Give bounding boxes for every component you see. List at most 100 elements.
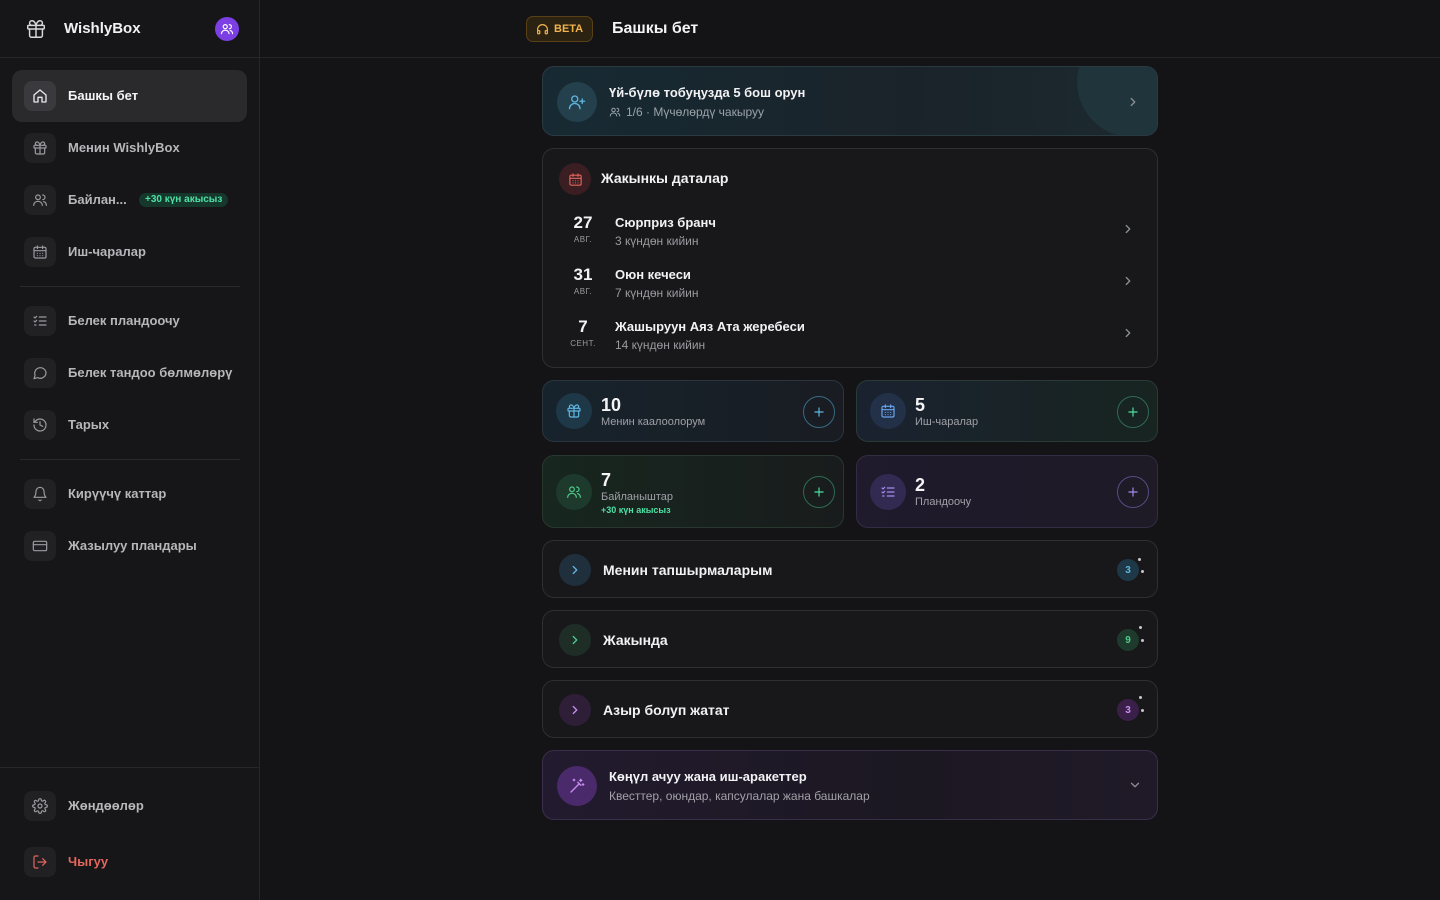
date-day: 7 — [578, 317, 588, 336]
logout-icon — [24, 847, 56, 877]
stat-card-events[interactable]: 5 Иш-чаралар — [856, 380, 1158, 442]
stat-label: Иш-чаралар — [915, 416, 979, 428]
stat-number: 5 — [915, 395, 926, 415]
event-name: Оюн кечеси — [615, 267, 691, 282]
family-group-card[interactable]: Үй-бүлө тобуңузда 5 бош орун 1/6 · Мүчөл… — [542, 66, 1158, 136]
section-happening-now[interactable]: Азыр болуп жатат 3 — [542, 680, 1158, 738]
sidebar-item-label: Жазылуу пландары — [68, 538, 197, 553]
event-countdown: 7 күндөн кийин — [615, 286, 699, 300]
section-title: Жакында — [603, 632, 668, 648]
beta-badge[interactable]: BETA — [526, 16, 594, 42]
event-countdown: 14 күндөн кийин — [615, 338, 706, 352]
count-badge: 3 — [1117, 699, 1139, 721]
stat-card-contacts[interactable]: 7 Байланыштар +30 күн акысыз — [542, 455, 844, 528]
date-day: 27 — [573, 213, 593, 232]
sidebar-item-my-wishlybox[interactable]: Менин WishlyBox — [12, 122, 247, 174]
sidebar-item-contacts[interactable]: Байлан... +30 күн акысыз — [12, 174, 247, 226]
count-badge: 9 — [1117, 629, 1139, 651]
users-small-icon — [609, 106, 621, 118]
sidebar-item-gift-rooms[interactable]: Белек тандоо бөлмөлөрү — [12, 347, 247, 399]
add-event-button[interactable] — [1117, 396, 1149, 428]
divider — [0, 767, 259, 768]
decorative-glow — [1077, 67, 1157, 135]
upcoming-dates-title: Жакынкы даталар — [601, 170, 729, 186]
chevron-right-icon — [559, 554, 591, 586]
gift-icon — [24, 133, 56, 163]
users-icon — [556, 474, 592, 510]
chat-icon — [24, 358, 56, 388]
sidebar-item-settings[interactable]: Жөндөөлөр — [12, 780, 247, 832]
section-my-tasks[interactable]: Менин тапшырмаларым 3 — [542, 540, 1158, 598]
event-countdown: 3 күндөн кийин — [615, 234, 699, 248]
checklist-icon — [24, 306, 56, 336]
fun-activities-card[interactable]: Көңүл ачуу жана иш-аракеттер Квесттер, о… — [542, 750, 1158, 820]
sidebar-item-events[interactable]: Иш-чаралар — [12, 226, 247, 278]
headset-icon — [536, 23, 549, 36]
sidebar-item-label: Байлан... — [68, 192, 127, 207]
stat-number: 10 — [601, 395, 622, 415]
add-contact-button[interactable] — [803, 476, 835, 508]
sidebar-item-label: Жөндөөлөр — [68, 798, 144, 813]
date-day: 31 — [573, 265, 593, 284]
add-user-icon — [557, 82, 597, 122]
event-name: Сюрприз бранч — [615, 215, 716, 230]
gift-logo-icon — [25, 18, 47, 40]
brand-name: WishlyBox — [64, 20, 141, 37]
top-bar: BETA Башкы бет — [260, 0, 1440, 58]
sparkle-dot — [1139, 696, 1142, 699]
date-row[interactable]: 7 СЕНТ. Жашыруун Аяз Ата жеребеси 14 күн… — [543, 307, 1157, 359]
gear-icon — [24, 791, 56, 821]
stat-label: Пландоочу — [915, 496, 972, 508]
upcoming-dates-card: Жакынкы даталар 27 АВГ. Сюрприз бранч 3 … — [542, 148, 1158, 368]
users-icon — [24, 185, 56, 215]
chevron-right-icon — [1121, 326, 1135, 340]
section-title: Азыр болуп жатат — [603, 702, 730, 718]
date-row[interactable]: 27 АВГ. Сюрприз бранч 3 күндөн кийин — [543, 203, 1157, 255]
sidebar-item-subscriptions[interactable]: Жазылуу пландары — [12, 520, 247, 572]
sidebar-item-label: Башкы бет — [68, 88, 139, 103]
sidebar-item-label: Белек пландоочу — [68, 313, 180, 328]
bell-icon — [24, 479, 56, 509]
sidebar-item-inbox[interactable]: Кирүүчү каттар — [12, 468, 247, 520]
trial-badge: +30 күн акысыз — [139, 193, 229, 207]
stat-label: Менин каалоолорум — [601, 416, 706, 428]
divider — [20, 286, 240, 287]
fun-title: Көңүл ачуу жана иш-аракеттер — [609, 769, 807, 784]
date-row[interactable]: 31 АВГ. Оюн кечеси 7 күндөн кийин — [543, 255, 1157, 307]
magic-wand-icon — [557, 766, 597, 806]
page-title: Башкы бет — [612, 20, 699, 37]
chevron-down-icon — [1128, 778, 1142, 792]
add-wish-button[interactable] — [803, 396, 835, 428]
fun-subtitle: Квесттер, оюндар, капсулалар жана башкал… — [609, 789, 870, 803]
sparkle-dot — [1141, 570, 1144, 573]
count-badge: 3 — [1117, 559, 1139, 581]
home-icon — [24, 81, 56, 111]
stat-number: 2 — [915, 475, 926, 495]
sparkle-dot — [1141, 639, 1144, 642]
chevron-right-icon — [559, 624, 591, 656]
calendar-icon — [559, 163, 591, 195]
family-avatar-button[interactable] — [215, 17, 239, 41]
date-month: СЕНТ. — [570, 339, 596, 348]
stat-card-planner[interactable]: 2 Пландоочу — [856, 455, 1158, 528]
calendar-icon — [870, 393, 906, 429]
stat-card-wishes[interactable]: 10 Менин каалоолорум — [542, 380, 844, 442]
beta-label: BETA — [554, 23, 584, 35]
sidebar-item-home[interactable]: Башкы бет — [12, 70, 247, 122]
date-month: АВГ. — [573, 235, 593, 244]
chevron-right-icon — [1121, 274, 1135, 288]
sidebar-item-gift-planner[interactable]: Белек пландоочу — [12, 295, 247, 347]
sparkle-dot — [1138, 558, 1141, 561]
family-title: Үй-бүлө тобуңузда 5 бош орун — [609, 85, 806, 100]
sidebar-item-history[interactable]: Тарых — [12, 399, 247, 451]
family-invite-text: 1/6 · Мүчөлөрдү чакыруу — [626, 105, 765, 119]
credit-card-icon — [24, 531, 56, 561]
add-plan-button[interactable] — [1117, 476, 1149, 508]
section-title: Менин тапшырмаларым — [603, 562, 773, 578]
stat-number: 7 — [601, 470, 612, 490]
sidebar-item-label: Тарых — [68, 417, 110, 432]
sparkle-dot — [1139, 626, 1142, 629]
calendar-icon — [24, 237, 56, 267]
logout-button[interactable]: Чыгуу — [12, 836, 247, 888]
section-upcoming[interactable]: Жакында 9 — [542, 610, 1158, 668]
